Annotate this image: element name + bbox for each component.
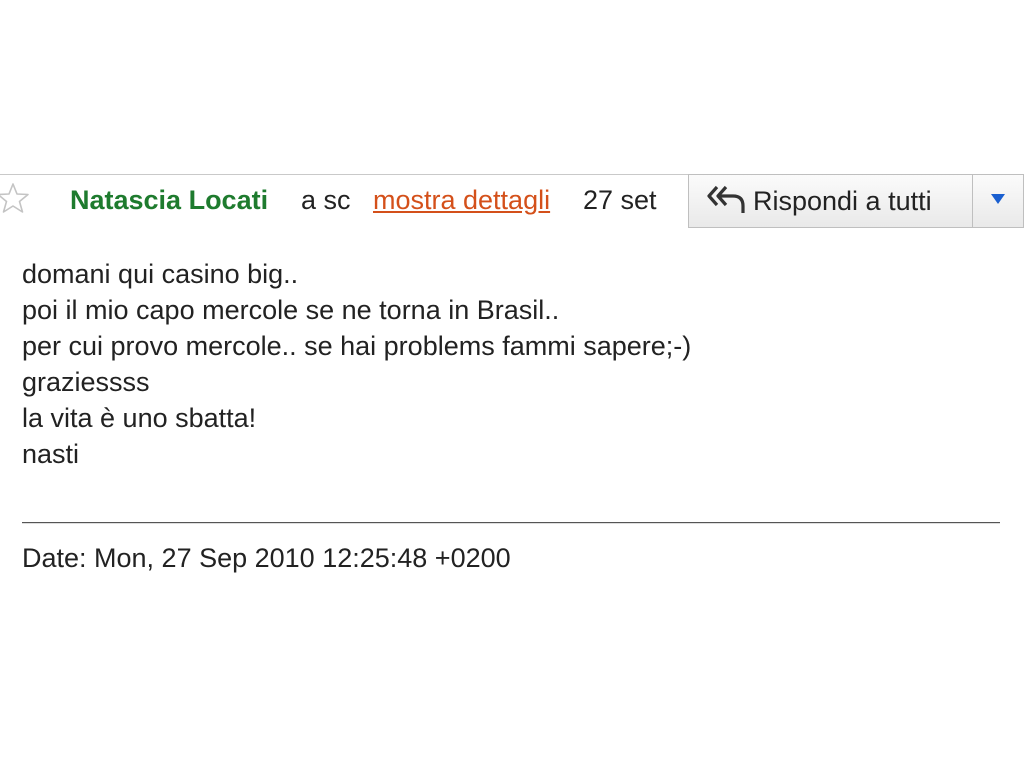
message-divider (22, 522, 1000, 524)
footer-date-line: Date: Mon, 27 Sep 2010 12:25:48 +0200 (22, 543, 511, 573)
star-icon[interactable] (0, 181, 30, 215)
chevron-down-icon (990, 192, 1006, 210)
message-line: nasti (22, 439, 80, 469)
message-line: la vita è uno sbatta! (22, 403, 257, 433)
message-line: domani qui casino big.. (22, 259, 299, 289)
message-header: Natascia Locati a sc mostra dettagli 27 … (0, 174, 1024, 229)
reply-all-label: Rispondi a tutti (753, 185, 932, 216)
sender-name[interactable]: Natascia Locati (70, 185, 268, 216)
more-actions-button[interactable] (973, 174, 1024, 228)
message-line: graziessss (22, 367, 150, 397)
message-line: per cui provo mercole.. se hai problems … (22, 331, 692, 361)
show-details-link[interactable]: mostra dettagli (373, 185, 550, 216)
recipients-summary: a sc (301, 185, 351, 215)
reply-all-button[interactable]: Rispondi a tutti (688, 174, 973, 228)
message-date: 27 set (583, 185, 657, 215)
message-body: domani qui casino big.. poi il mio capo … (22, 256, 691, 472)
message-line: poi il mio capo mercole se ne torna in B… (22, 295, 560, 325)
reply-all-icon (689, 183, 747, 220)
